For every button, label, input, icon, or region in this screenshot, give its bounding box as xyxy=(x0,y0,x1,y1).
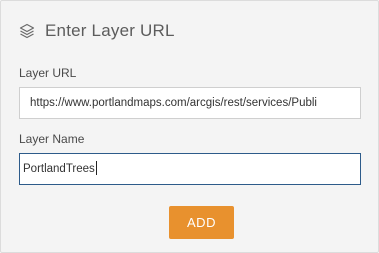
panel-title: Enter Layer URL xyxy=(45,21,175,40)
layer-url-input[interactable]: https://www.portlandmaps.com/arcgis/rest… xyxy=(19,87,361,119)
layer-name-label: Layer Name xyxy=(19,132,85,146)
panel-header: Enter Layer URL xyxy=(19,20,175,42)
layer-url-label: Layer URL xyxy=(19,66,77,80)
layer-name-value: PortlandTrees xyxy=(23,163,95,175)
layer-name-input[interactable]: PortlandTrees xyxy=(19,153,361,185)
add-layer-panel: Enter Layer URL Layer URL https://www.po… xyxy=(0,0,379,253)
layer-url-value: https://www.portlandmaps.com/arcgis/rest… xyxy=(30,97,317,109)
add-button[interactable]: ADD xyxy=(169,206,234,239)
layers-icon xyxy=(19,23,35,39)
text-caret xyxy=(95,160,97,175)
